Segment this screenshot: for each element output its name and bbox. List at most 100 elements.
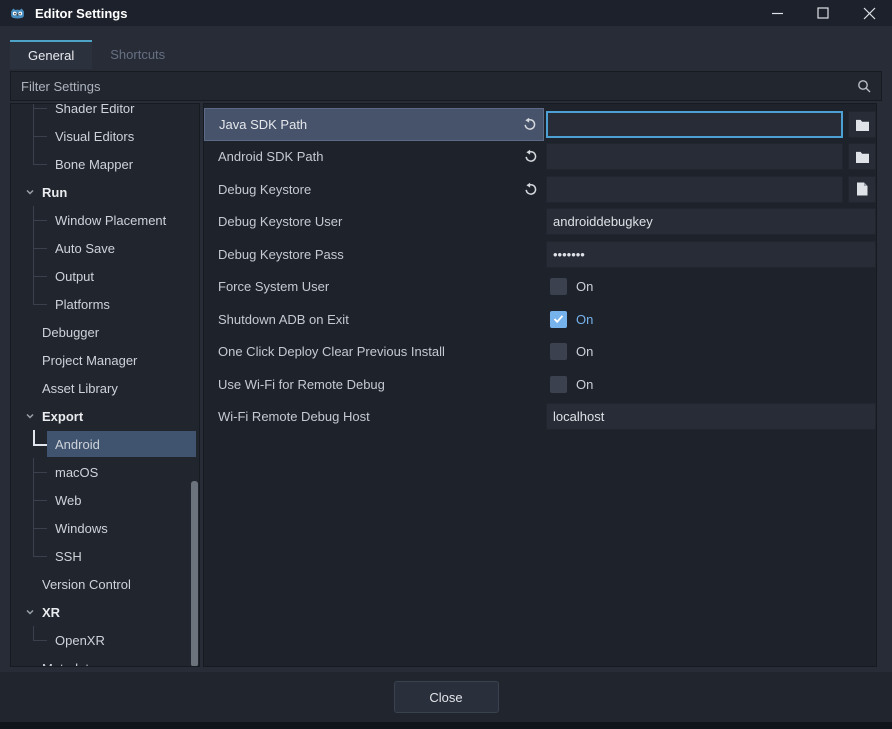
revert-button[interactable]	[519, 114, 539, 134]
tree-connector	[33, 290, 49, 318]
tree-connector	[33, 122, 49, 150]
tab-general[interactable]: General	[10, 40, 92, 69]
tree-item-ssh[interactable]: SSH	[11, 542, 199, 570]
revert-icon	[523, 149, 538, 164]
tree-connector	[33, 626, 49, 654]
tree-item-auto-save[interactable]: Auto Save	[11, 234, 199, 262]
tree-section-xr[interactable]: XR	[11, 598, 199, 626]
setting-label: Shutdown ADB on Exit	[218, 312, 349, 327]
setting-label: Java SDK Path	[219, 117, 307, 132]
maximize-icon	[817, 7, 829, 19]
browse-file-button[interactable]	[848, 176, 876, 203]
tree-item-macos[interactable]: macOS	[11, 458, 199, 486]
setting-row-java-sdk-path[interactable]: Java SDK Path	[204, 108, 876, 141]
dialog-footer: Close	[0, 672, 892, 722]
tab-bar: General Shortcuts	[0, 40, 892, 69]
tree-item-platforms[interactable]: Platforms	[11, 290, 199, 318]
setting-row-wifi-remote-debug-host[interactable]: Wi-Fi Remote Debug Host	[204, 401, 876, 434]
editor-settings-window: Editor Settings General Shortcuts	[0, 0, 892, 729]
tree-item-android[interactable]: Android	[11, 430, 199, 458]
android-sdk-path-input[interactable]	[546, 143, 843, 170]
tree-scrollbar-thumb[interactable]	[191, 481, 198, 667]
chevron-down-icon	[25, 411, 35, 421]
tree-item-metadata[interactable]: Metadata	[11, 654, 199, 667]
setting-label: Android SDK Path	[218, 149, 324, 164]
tree-list: Shader Editor Visual Editors Bone Mapper…	[11, 103, 199, 667]
tree-item-shader-editor[interactable]: Shader Editor	[11, 103, 199, 122]
setting-label: Use Wi-Fi for Remote Debug	[218, 377, 385, 392]
revert-icon	[523, 182, 538, 197]
revert-button[interactable]	[520, 179, 540, 199]
tree-connector	[33, 542, 49, 570]
use-wifi-remote-debug-checkbox[interactable]	[550, 376, 567, 393]
debug-keystore-pass-input[interactable]	[546, 241, 876, 268]
shutdown-adb-checkbox[interactable]	[550, 311, 567, 328]
tree-section-export[interactable]: Export	[11, 402, 199, 430]
folder-icon	[855, 118, 870, 131]
revert-icon	[522, 117, 537, 132]
setting-row-debug-keystore-pass[interactable]: Debug Keystore Pass	[204, 238, 876, 271]
close-window-button[interactable]	[846, 0, 892, 26]
checkbox-label: On	[576, 344, 593, 359]
tree-connector	[33, 486, 49, 514]
tree-item-openxr[interactable]: OpenXR	[11, 626, 199, 654]
browse-folder-button[interactable]	[848, 143, 876, 170]
maximize-button[interactable]	[800, 0, 846, 26]
tree-connector	[33, 262, 49, 290]
minimize-button[interactable]	[754, 0, 800, 26]
tree-connector	[33, 150, 49, 178]
tree-connector	[33, 234, 49, 262]
settings-tree-panel: Shader Editor Visual Editors Bone Mapper…	[10, 103, 200, 667]
tree-item-web[interactable]: Web	[11, 486, 199, 514]
tree-section-run[interactable]: Run	[11, 178, 199, 206]
filter-settings-input[interactable]	[11, 72, 857, 100]
checkbox-label: On	[576, 312, 593, 327]
tab-shortcuts-label: Shortcuts	[110, 47, 165, 62]
one-click-deploy-checkbox[interactable]	[550, 343, 567, 360]
godot-logo-icon	[9, 5, 26, 22]
folder-icon	[855, 150, 870, 163]
setting-label: Debug Keystore Pass	[218, 247, 344, 262]
tree-connector	[33, 514, 49, 542]
bottom-strip	[0, 722, 892, 729]
tree-scrollbar[interactable]	[190, 104, 199, 666]
revert-button[interactable]	[520, 147, 540, 167]
tree-item-debugger[interactable]: Debugger	[11, 318, 199, 346]
minimize-icon	[771, 7, 784, 20]
window-controls	[754, 0, 892, 26]
tab-shortcuts[interactable]: Shortcuts	[92, 40, 183, 69]
java-sdk-path-input[interactable]	[546, 111, 843, 138]
setting-row-debug-keystore-user[interactable]: Debug Keystore User	[204, 206, 876, 239]
tree-item-asset-library[interactable]: Asset Library	[11, 374, 199, 402]
setting-row-debug-keystore[interactable]: Debug Keystore	[204, 173, 876, 206]
setting-label: Debug Keystore User	[218, 214, 342, 229]
setting-label: One Click Deploy Clear Previous Install	[218, 344, 445, 359]
setting-row-shutdown-adb-on-exit[interactable]: Shutdown ADB on Exit On	[204, 303, 876, 336]
setting-row-force-system-user[interactable]: Force System User On	[204, 271, 876, 304]
window-title: Editor Settings	[35, 6, 127, 21]
titlebar: Editor Settings	[0, 0, 892, 26]
debug-keystore-user-input[interactable]	[546, 208, 876, 235]
setting-label: Debug Keystore	[218, 182, 311, 197]
tree-item-window-placement[interactable]: Window Placement	[11, 206, 199, 234]
wifi-remote-debug-host-input[interactable]	[546, 403, 876, 430]
browse-folder-button[interactable]	[848, 111, 876, 138]
force-system-user-checkbox[interactable]	[550, 278, 567, 295]
debug-keystore-input[interactable]	[546, 176, 843, 203]
tree-item-project-manager[interactable]: Project Manager	[11, 346, 199, 374]
checkmark-icon	[553, 314, 564, 324]
tree-item-output[interactable]: Output	[11, 262, 199, 290]
tab-general-label: General	[28, 48, 74, 63]
close-button[interactable]: Close	[394, 681, 499, 713]
tree-item-bone-mapper[interactable]: Bone Mapper	[11, 150, 199, 178]
tree-item-windows[interactable]: Windows	[11, 514, 199, 542]
tree-item-version-control[interactable]: Version Control	[11, 570, 199, 598]
setting-row-one-click-deploy-clear-previous-install[interactable]: One Click Deploy Clear Previous Install …	[204, 336, 876, 369]
setting-label: Force System User	[218, 279, 329, 294]
tree-connector	[33, 458, 49, 486]
setting-row-android-sdk-path[interactable]: Android SDK Path	[204, 141, 876, 174]
setting-row-use-wifi-for-remote-debug[interactable]: Use Wi-Fi for Remote Debug On	[204, 368, 876, 401]
setting-label: Wi-Fi Remote Debug Host	[218, 409, 370, 424]
tree-item-visual-editors[interactable]: Visual Editors	[11, 122, 199, 150]
search-icon	[857, 79, 871, 93]
